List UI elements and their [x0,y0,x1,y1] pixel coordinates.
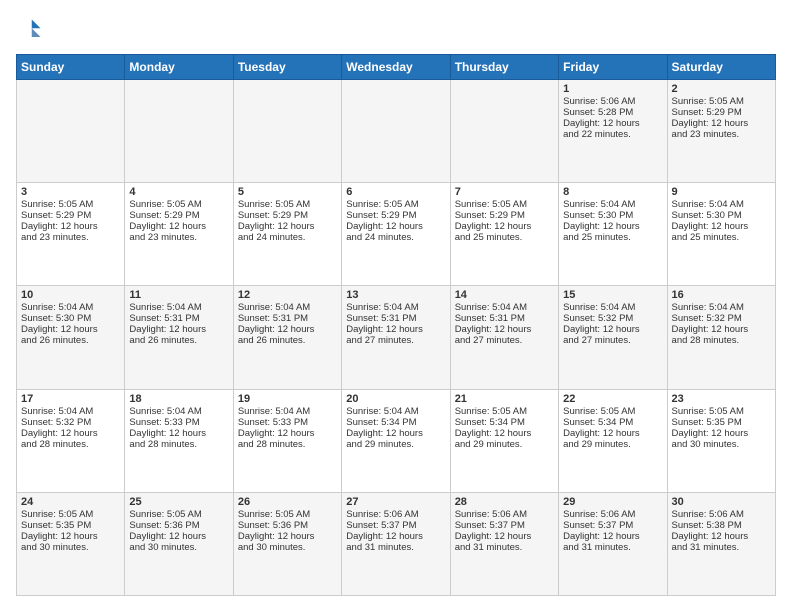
calendar-cell: 18Sunrise: 5:04 AMSunset: 5:33 PMDayligh… [125,389,233,492]
calendar-cell: 11Sunrise: 5:04 AMSunset: 5:31 PMDayligh… [125,286,233,389]
logo [16,16,48,44]
day-number: 8 [563,186,662,198]
calendar-cell: 9Sunrise: 5:04 AMSunset: 5:30 PMDaylight… [667,183,775,286]
day-number: 17 [21,393,120,405]
day-number: 28 [455,496,554,508]
weekday-sunday: Sunday [17,55,125,80]
day-number: 18 [129,393,228,405]
calendar-cell [17,80,125,183]
day-number: 10 [21,289,120,301]
weekday-friday: Friday [559,55,667,80]
calendar-cell [233,80,341,183]
calendar-cell: 1Sunrise: 5:06 AMSunset: 5:28 PMDaylight… [559,80,667,183]
calendar-cell: 17Sunrise: 5:04 AMSunset: 5:32 PMDayligh… [17,389,125,492]
day-number: 22 [563,393,662,405]
day-number: 27 [346,496,445,508]
calendar-cell: 10Sunrise: 5:04 AMSunset: 5:30 PMDayligh… [17,286,125,389]
calendar-cell: 30Sunrise: 5:06 AMSunset: 5:38 PMDayligh… [667,492,775,595]
calendar-table: SundayMondayTuesdayWednesdayThursdayFrid… [16,54,776,596]
weekday-tuesday: Tuesday [233,55,341,80]
weekday-thursday: Thursday [450,55,558,80]
day-number: 9 [672,186,771,198]
calendar-cell: 20Sunrise: 5:04 AMSunset: 5:34 PMDayligh… [342,389,450,492]
calendar-cell: 21Sunrise: 5:05 AMSunset: 5:34 PMDayligh… [450,389,558,492]
calendar-cell: 27Sunrise: 5:06 AMSunset: 5:37 PMDayligh… [342,492,450,595]
calendar-cell: 5Sunrise: 5:05 AMSunset: 5:29 PMDaylight… [233,183,341,286]
calendar-cell: 13Sunrise: 5:04 AMSunset: 5:31 PMDayligh… [342,286,450,389]
day-number: 4 [129,186,228,198]
calendar-cell: 2Sunrise: 5:05 AMSunset: 5:29 PMDaylight… [667,80,775,183]
day-number: 23 [672,393,771,405]
calendar-cell: 4Sunrise: 5:05 AMSunset: 5:29 PMDaylight… [125,183,233,286]
calendar-cell: 26Sunrise: 5:05 AMSunset: 5:36 PMDayligh… [233,492,341,595]
day-number: 16 [672,289,771,301]
day-number: 24 [21,496,120,508]
day-number: 26 [238,496,337,508]
day-number: 15 [563,289,662,301]
calendar-cell [342,80,450,183]
calendar-cell: 22Sunrise: 5:05 AMSunset: 5:34 PMDayligh… [559,389,667,492]
calendar-row-4: 17Sunrise: 5:04 AMSunset: 5:32 PMDayligh… [17,389,776,492]
day-number: 19 [238,393,337,405]
calendar-cell: 14Sunrise: 5:04 AMSunset: 5:31 PMDayligh… [450,286,558,389]
weekday-header-row: SundayMondayTuesdayWednesdayThursdayFrid… [17,55,776,80]
calendar-cell: 19Sunrise: 5:04 AMSunset: 5:33 PMDayligh… [233,389,341,492]
day-number: 13 [346,289,445,301]
day-number: 3 [21,186,120,198]
weekday-wednesday: Wednesday [342,55,450,80]
day-number: 14 [455,289,554,301]
day-number: 6 [346,186,445,198]
day-number: 12 [238,289,337,301]
calendar-cell: 29Sunrise: 5:06 AMSunset: 5:37 PMDayligh… [559,492,667,595]
day-number: 21 [455,393,554,405]
day-number: 1 [563,83,662,95]
header [16,16,776,44]
calendar-cell: 8Sunrise: 5:04 AMSunset: 5:30 PMDaylight… [559,183,667,286]
day-number: 29 [563,496,662,508]
calendar-cell: 28Sunrise: 5:06 AMSunset: 5:37 PMDayligh… [450,492,558,595]
logo-icon [16,16,44,44]
calendar-row-5: 24Sunrise: 5:05 AMSunset: 5:35 PMDayligh… [17,492,776,595]
day-number: 25 [129,496,228,508]
day-number: 20 [346,393,445,405]
calendar-cell: 7Sunrise: 5:05 AMSunset: 5:29 PMDaylight… [450,183,558,286]
day-number: 5 [238,186,337,198]
calendar-cell: 25Sunrise: 5:05 AMSunset: 5:36 PMDayligh… [125,492,233,595]
calendar-cell [450,80,558,183]
calendar-row-1: 1Sunrise: 5:06 AMSunset: 5:28 PMDaylight… [17,80,776,183]
calendar-row-2: 3Sunrise: 5:05 AMSunset: 5:29 PMDaylight… [17,183,776,286]
calendar-cell: 15Sunrise: 5:04 AMSunset: 5:32 PMDayligh… [559,286,667,389]
weekday-saturday: Saturday [667,55,775,80]
calendar-cell: 16Sunrise: 5:04 AMSunset: 5:32 PMDayligh… [667,286,775,389]
day-number: 2 [672,83,771,95]
calendar-cell: 3Sunrise: 5:05 AMSunset: 5:29 PMDaylight… [17,183,125,286]
calendar-cell: 23Sunrise: 5:05 AMSunset: 5:35 PMDayligh… [667,389,775,492]
page: SundayMondayTuesdayWednesdayThursdayFrid… [0,0,792,612]
calendar-cell: 6Sunrise: 5:05 AMSunset: 5:29 PMDaylight… [342,183,450,286]
day-number: 11 [129,289,228,301]
day-number: 7 [455,186,554,198]
calendar-cell [125,80,233,183]
weekday-monday: Monday [125,55,233,80]
calendar-cell: 12Sunrise: 5:04 AMSunset: 5:31 PMDayligh… [233,286,341,389]
calendar-row-3: 10Sunrise: 5:04 AMSunset: 5:30 PMDayligh… [17,286,776,389]
calendar-cell: 24Sunrise: 5:05 AMSunset: 5:35 PMDayligh… [17,492,125,595]
day-number: 30 [672,496,771,508]
